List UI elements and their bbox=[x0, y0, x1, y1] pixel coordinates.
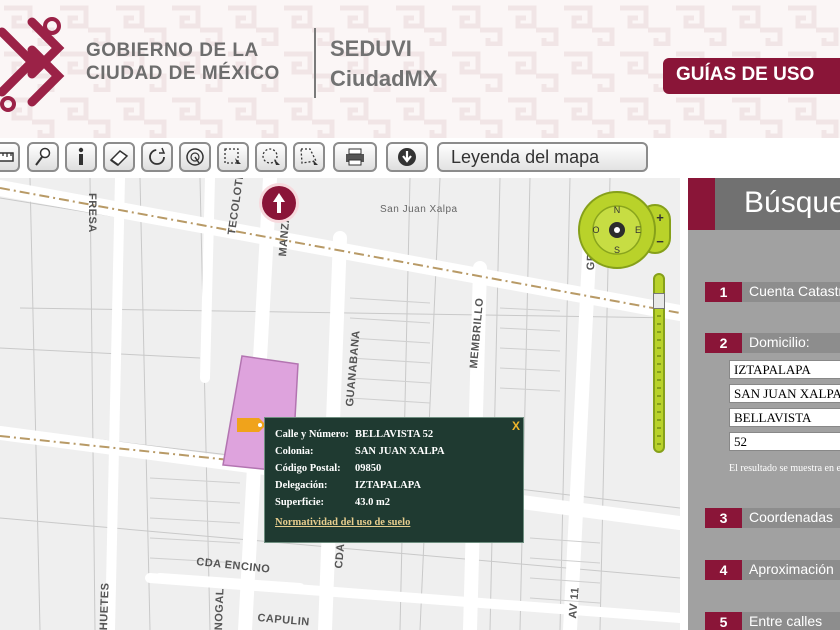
search-option-number: 3 bbox=[705, 508, 742, 528]
select-polygon-icon bbox=[300, 148, 318, 165]
header: GOBIERNO DE LA CIUDAD DE MÉXICO SEDUVI C… bbox=[0, 0, 840, 138]
search-option-aproximacion[interactable]: 4 Aproximación bbox=[705, 560, 840, 580]
popup-label: Delegación: bbox=[275, 480, 328, 491]
ruler-icon bbox=[0, 152, 14, 162]
search-panel: Búsqueda 1 Cuenta Catastral 2 Domicilio:… bbox=[688, 178, 840, 630]
street-label-san-juan-xalpa: San Juan Xalpa bbox=[380, 204, 458, 215]
pushpin-tool-button[interactable] bbox=[27, 142, 59, 172]
gov-name-line2: CIUDAD DE MÉXICO bbox=[86, 63, 280, 84]
radius-icon bbox=[186, 148, 204, 166]
ruler-tool-button[interactable] bbox=[0, 142, 20, 172]
guides-button[interactable]: GUÍAS DE USO bbox=[663, 58, 840, 94]
search-option-label: Entre calles bbox=[749, 613, 823, 629]
app-root: GOBIERNO DE LA CIUDAD DE MÉXICO SEDUVI C… bbox=[0, 0, 840, 630]
search-option-label: Aproximación bbox=[749, 561, 834, 577]
popup-label: Código Postal: bbox=[275, 463, 341, 474]
street-label-huetes: HUETES bbox=[98, 582, 112, 630]
search-option-label: Coordenadas bbox=[749, 509, 834, 525]
map-legend-button[interactable]: Leyenda del mapa bbox=[437, 142, 648, 172]
popup-label: Colonia: bbox=[275, 446, 314, 457]
map-navigation-control[interactable]: N S E O + − bbox=[576, 191, 674, 271]
delegacion-field[interactable]: IZTAPALAPA bbox=[729, 360, 840, 379]
zoom-in-button[interactable]: + bbox=[656, 210, 664, 225]
location-pin-icon[interactable] bbox=[237, 418, 267, 432]
agency-name-line2: CiudadMX bbox=[330, 66, 438, 91]
compass-west[interactable]: O bbox=[592, 225, 599, 235]
search-option-number: 1 bbox=[705, 282, 742, 302]
search-option-entre-calles[interactable]: 5 Entre calles bbox=[705, 612, 840, 630]
gov-name-line1: GOBIERNO DE LA bbox=[86, 40, 259, 61]
popup-label: Superficie: bbox=[275, 497, 324, 508]
search-option-number: 2 bbox=[705, 333, 742, 353]
popup-value: SAN JUAN XALPA bbox=[355, 446, 445, 457]
zoom-slider-handle[interactable] bbox=[653, 293, 665, 309]
street-label-fresa: FRESA bbox=[86, 193, 98, 233]
zoom-slider-ticks bbox=[657, 315, 661, 445]
search-option-number: 4 bbox=[705, 560, 742, 580]
info-icon bbox=[78, 147, 84, 165]
agency-name-line1: SEDUVI bbox=[330, 36, 412, 61]
select-polygon-tool-button[interactable] bbox=[293, 142, 325, 172]
refresh-icon bbox=[149, 147, 166, 165]
search-option-label: Cuenta Catastral bbox=[749, 283, 840, 299]
number-field[interactable]: 52 bbox=[729, 432, 840, 451]
header-divider bbox=[314, 28, 316, 98]
search-option-number: 5 bbox=[705, 612, 742, 630]
zoom-out-button[interactable]: − bbox=[656, 234, 664, 249]
cdmx-logo-icon bbox=[0, 17, 65, 112]
download-icon bbox=[398, 148, 416, 166]
zoom-slider[interactable] bbox=[653, 273, 665, 453]
print-icon bbox=[346, 148, 364, 166]
search-option-label: Domicilio: bbox=[749, 334, 810, 350]
select-circle-tool-button[interactable] bbox=[255, 142, 287, 172]
download-tool-button[interactable] bbox=[386, 142, 428, 172]
popup-value: BELLAVISTA 52 bbox=[355, 429, 434, 440]
eraser-icon bbox=[109, 150, 129, 166]
select-circle-icon bbox=[262, 148, 280, 165]
refresh-tool-button[interactable] bbox=[141, 142, 173, 172]
print-tool-button[interactable] bbox=[333, 142, 377, 172]
street-field[interactable]: BELLAVISTA bbox=[729, 408, 840, 427]
popup-value: IZTAPALAPA bbox=[355, 480, 421, 491]
popup-label: Calle y Número: bbox=[275, 429, 349, 440]
compass-north[interactable]: N bbox=[614, 205, 621, 215]
north-arrow-button[interactable] bbox=[262, 186, 296, 220]
property-info-popup: X Calle y Número: BELLAVISTA 52 Colonia:… bbox=[264, 417, 524, 543]
eraser-tool-button[interactable] bbox=[103, 142, 135, 172]
search-option-cuenta-catastral[interactable]: 1 Cuenta Catastral bbox=[705, 282, 840, 302]
info-tool-button[interactable] bbox=[65, 142, 97, 172]
search-option-coordenadas[interactable]: 3 Coordenadas bbox=[705, 508, 840, 528]
north-arrow-icon bbox=[273, 193, 285, 213]
colonia-field[interactable]: SAN JUAN XALPA bbox=[729, 384, 840, 403]
popup-close-button[interactable]: X bbox=[512, 419, 520, 433]
popup-value: 09850 bbox=[355, 463, 382, 474]
result-note: El resultado se muestra en el mapa bbox=[729, 463, 840, 474]
radius-tool-button[interactable] bbox=[179, 142, 211, 172]
compass-east[interactable]: E bbox=[635, 225, 641, 235]
search-option-domicilio[interactable]: 2 Domicilio: bbox=[705, 333, 840, 353]
select-rectangle-icon bbox=[224, 148, 241, 164]
popup-value: 43.0 m2 bbox=[355, 497, 390, 508]
compass-south[interactable]: S bbox=[614, 245, 620, 255]
panel-title-accent bbox=[688, 178, 715, 230]
street-label-nogal: NOGAL bbox=[213, 587, 227, 630]
panel-title: Búsqueda bbox=[744, 186, 840, 219]
land-use-regulation-link[interactable]: Normatividad del uso de suelo bbox=[275, 517, 410, 528]
select-rectangle-tool-button[interactable] bbox=[217, 142, 249, 172]
pushpin-icon bbox=[35, 147, 51, 166]
